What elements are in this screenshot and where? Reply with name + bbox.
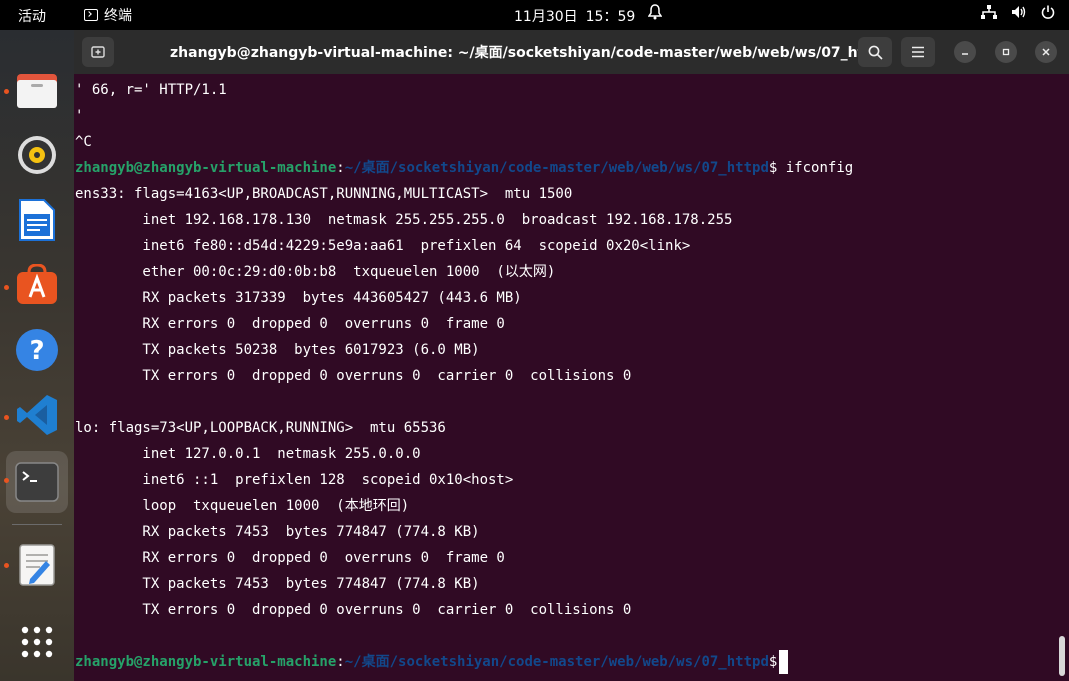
- date-label: 11月30日: [514, 9, 578, 25]
- window-title: zhangyb@zhangyb-virtual-machine: ~/桌面/so…: [170, 45, 860, 61]
- prompt-path: ~/桌面/socketshiyan/code-master/web/web/ws…: [344, 160, 769, 176]
- show-apps-icon[interactable]: [13, 618, 61, 666]
- terminal-line: TX packets 50238 bytes 6017923 (6.0 MB): [75, 342, 480, 358]
- new-tab-button[interactable]: [82, 37, 114, 67]
- activities-button[interactable]: 活动: [18, 6, 46, 26]
- terminal-line: inet6 ::1 prefixlen 128 scopeid 0x10<hos…: [75, 472, 514, 488]
- minimize-button[interactable]: [954, 41, 976, 63]
- terminal-line: TX errors 0 dropped 0 overruns 0 carrier…: [75, 602, 632, 618]
- rhythmbox-icon[interactable]: [13, 131, 61, 179]
- prompt-user: zhangyb@zhangyb-virtual-machine: [75, 160, 337, 176]
- search-icon: [868, 45, 883, 60]
- running-indicator: [4, 285, 9, 290]
- terminal-line: RX packets 7453 bytes 774847 (774.8 KB): [75, 524, 480, 540]
- volume-icon: [1011, 5, 1027, 23]
- minimize-icon: [962, 53, 968, 55]
- scrollbar[interactable]: [1059, 636, 1065, 676]
- terminal-line: RX errors 0 dropped 0 overruns 0 frame 0: [75, 550, 505, 566]
- terminal-line: ether 00:0c:29:d0:0b:b8 txqueuelen 1000 …: [75, 264, 556, 280]
- new-tab-icon: [91, 46, 105, 58]
- running-indicator: [4, 415, 9, 420]
- prompt-symbol: $: [768, 654, 778, 670]
- prompt-separator: :: [336, 654, 345, 670]
- terminal-window: zhangyb@zhangyb-virtual-machine: ~/桌面/so…: [74, 30, 1069, 681]
- terminal-line: ^C: [75, 134, 92, 150]
- app-name: 终端: [104, 8, 132, 24]
- libreoffice-writer-icon[interactable]: [13, 196, 61, 244]
- files-icon[interactable]: [13, 66, 61, 114]
- prompt-path: ~/桌面/socketshiyan/code-master/web/web/ws…: [344, 654, 769, 670]
- hamburger-icon: [912, 46, 924, 58]
- dock: ?: [0, 30, 74, 681]
- time-label: 15：59: [585, 9, 636, 25]
- text-editor-icon[interactable]: [13, 541, 61, 589]
- prompt-line: zhangyb@zhangyb-virtual-machine:~/桌面/soc…: [75, 155, 853, 181]
- terminal-line: ens33: flags=4163<UP,BROADCAST,RUNNING,M…: [75, 186, 573, 202]
- app-menu[interactable]: 终端: [84, 5, 132, 25]
- terminal-line: ': [75, 108, 84, 124]
- top-bar: 活动 终端 11月30日 15：59: [0, 0, 1069, 30]
- app-center-icon[interactable]: [13, 261, 61, 309]
- system-tray[interactable]: [981, 5, 1055, 23]
- prompt-line: zhangyb@zhangyb-virtual-machine:~/桌面/soc…: [75, 649, 789, 675]
- network-icon: [981, 5, 997, 23]
- terminal-line: RX packets 317339 bytes 443605427 (443.6…: [75, 290, 522, 306]
- clock[interactable]: 11月30日 15：59: [514, 6, 635, 26]
- close-button[interactable]: [1035, 41, 1057, 63]
- terminal-line: inet 127.0.0.1 netmask 255.0.0.0: [75, 446, 421, 462]
- terminal-line: loop txqueuelen 1000 (本地环回): [75, 498, 410, 514]
- help-icon[interactable]: ?: [13, 326, 61, 374]
- vscode-icon[interactable]: [13, 391, 61, 439]
- maximize-button[interactable]: [995, 41, 1017, 63]
- running-indicator: [4, 89, 9, 94]
- dock-separator: [12, 524, 62, 525]
- close-icon: [1042, 48, 1050, 56]
- text-cursor: [779, 650, 789, 674]
- terminal-line: TX packets 7453 bytes 774847 (774.8 KB): [75, 576, 480, 592]
- power-icon: [1041, 5, 1055, 23]
- terminal-icon[interactable]: [13, 458, 61, 506]
- terminal-line: TX errors 0 dropped 0 overruns 0 carrier…: [75, 368, 632, 384]
- terminal-line: inet 192.168.178.130 netmask 255.255.255…: [75, 212, 733, 228]
- svg-text:?: ?: [29, 336, 44, 366]
- terminal-line: lo: flags=73<UP,LOOPBACK,RUNNING> mtu 65…: [75, 420, 446, 436]
- command-text: ifconfig: [777, 160, 854, 176]
- terminal-output[interactable]: ' 66, r=' HTTP/1.1 ' ^C zhangyb@zhangyb-…: [74, 74, 1069, 681]
- alarm-icon: [647, 4, 663, 24]
- terminal-icon: [84, 9, 98, 21]
- terminal-line: ' 66, r=' HTTP/1.1: [75, 82, 227, 98]
- terminal-line: RX errors 0 dropped 0 overruns 0 frame 0: [75, 316, 505, 332]
- maximize-icon: [1002, 48, 1010, 56]
- search-button[interactable]: [858, 37, 892, 67]
- running-indicator: [4, 478, 9, 483]
- window-header[interactable]: zhangyb@zhangyb-virtual-machine: ~/桌面/so…: [74, 30, 1069, 74]
- prompt-separator: :: [336, 160, 345, 176]
- terminal-line: inet6 fe80::d54d:4229:5e9a:aa61 prefixle…: [75, 238, 691, 254]
- menu-button[interactable]: [901, 37, 935, 67]
- prompt-user: zhangyb@zhangyb-virtual-machine: [75, 654, 337, 670]
- running-indicator: [4, 563, 9, 568]
